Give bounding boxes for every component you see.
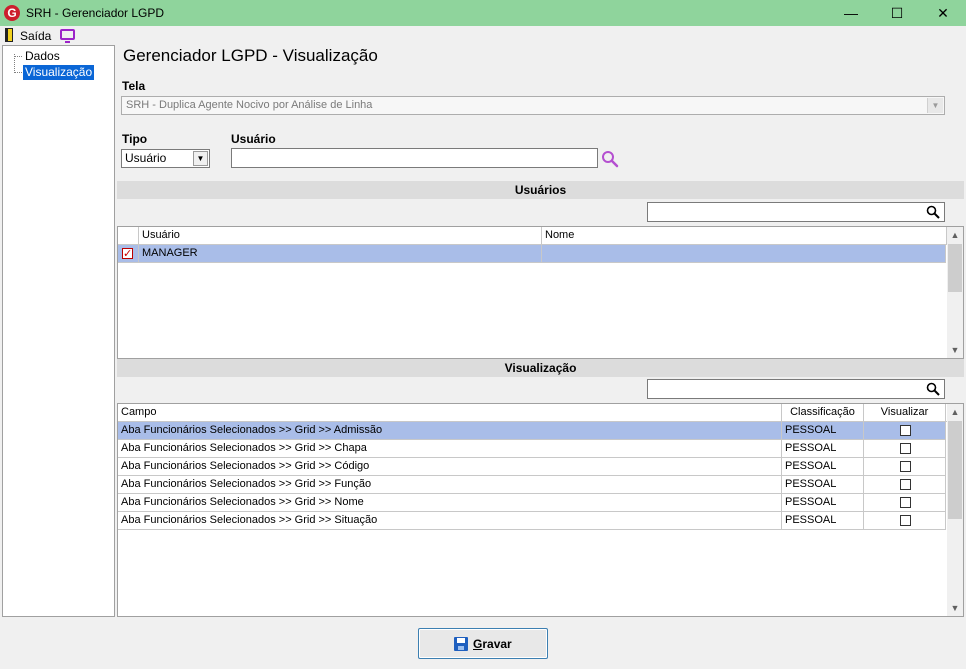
table-row[interactable]: Aba Funcionários Selecionados >> Grid >>… bbox=[118, 494, 946, 512]
table-row[interactable]: Aba Funcionários Selecionados >> Grid >>… bbox=[118, 440, 946, 458]
row-classificacao: PESSOAL bbox=[782, 512, 864, 529]
close-button[interactable]: ✕ bbox=[920, 0, 966, 26]
vis-header-campo[interactable]: Campo bbox=[118, 404, 782, 421]
usuario-input[interactable] bbox=[231, 148, 598, 168]
users-section-header: Usuários bbox=[117, 181, 964, 199]
floppy-disk-icon bbox=[454, 637, 468, 651]
monitor-icon[interactable] bbox=[60, 29, 75, 43]
row-visualizar bbox=[864, 476, 946, 493]
tipo-select-value: Usuário bbox=[125, 151, 167, 165]
tela-select-value: SRH - Duplica Agente Nocivo por Análise … bbox=[126, 99, 373, 111]
vis-grid-header: Campo Classificação Visualizar bbox=[118, 404, 947, 422]
tree-item-visualizacao[interactable]: Visualização bbox=[23, 65, 95, 80]
scroll-thumb[interactable] bbox=[948, 244, 962, 292]
search-icon[interactable] bbox=[926, 382, 940, 396]
table-row[interactable]: MANAGER bbox=[118, 245, 946, 263]
menu-bar bbox=[0, 26, 966, 45]
users-header-usuario[interactable]: Usuário bbox=[139, 227, 542, 244]
window-title: SRH - Gerenciador LGPD bbox=[26, 6, 165, 20]
tipo-label: Tipo bbox=[122, 132, 148, 146]
scroll-up-icon[interactable]: ▲ bbox=[947, 404, 963, 420]
row-visualizar bbox=[864, 440, 946, 457]
row-campo: Aba Funcionários Selecionados >> Grid >>… bbox=[118, 494, 782, 511]
app-logo-icon: G bbox=[4, 5, 20, 21]
search-icon[interactable] bbox=[926, 205, 940, 219]
users-header-nome[interactable]: Nome bbox=[542, 227, 947, 244]
exit-door-icon[interactable] bbox=[5, 28, 13, 42]
exit-menu-item[interactable]: Saída bbox=[20, 29, 51, 43]
row-visualizar bbox=[864, 494, 946, 511]
row-nome bbox=[542, 245, 946, 262]
row-campo: Aba Funcionários Selecionados >> Grid >>… bbox=[118, 476, 782, 493]
visualizar-checkbox[interactable] bbox=[900, 425, 911, 436]
scroll-down-icon[interactable]: ▼ bbox=[947, 342, 963, 358]
chevron-down-icon[interactable]: ▼ bbox=[193, 151, 208, 166]
row-campo: Aba Funcionários Selecionados >> Grid >>… bbox=[118, 512, 782, 529]
vis-filter-input[interactable] bbox=[647, 379, 945, 399]
visualizar-checkbox[interactable] bbox=[900, 461, 911, 472]
tipo-select[interactable]: Usuário ▼ bbox=[121, 149, 210, 168]
table-row[interactable]: Aba Funcionários Selecionados >> Grid >>… bbox=[118, 512, 946, 530]
tree-connector bbox=[14, 72, 22, 73]
tela-label: Tela bbox=[122, 79, 146, 93]
vis-scrollbar[interactable]: ▲ ▼ bbox=[947, 404, 963, 616]
row-classificacao: PESSOAL bbox=[782, 422, 864, 439]
tree-connector bbox=[14, 56, 22, 57]
users-filter-input[interactable] bbox=[647, 202, 945, 222]
row-usuario: MANAGER bbox=[139, 245, 542, 262]
vis-header-classificacao[interactable]: Classificação bbox=[782, 404, 864, 421]
navigation-tree bbox=[2, 45, 115, 617]
tree-item-dados[interactable]: Dados bbox=[24, 49, 61, 63]
row-campo: Aba Funcionários Selecionados >> Grid >>… bbox=[118, 422, 782, 439]
row-classificacao: PESSOAL bbox=[782, 494, 864, 511]
table-row[interactable]: Aba Funcionários Selecionados >> Grid >>… bbox=[118, 422, 946, 440]
save-button-label: Gravar bbox=[473, 637, 512, 651]
scroll-up-icon[interactable]: ▲ bbox=[947, 227, 963, 243]
table-row[interactable]: Aba Funcionários Selecionados >> Grid >>… bbox=[118, 458, 946, 476]
users-header-check bbox=[118, 227, 139, 244]
row-classificacao: PESSOAL bbox=[782, 440, 864, 457]
vis-section-header: Visualização bbox=[117, 359, 964, 377]
visualizar-checkbox[interactable] bbox=[900, 515, 911, 526]
scroll-thumb[interactable] bbox=[948, 421, 962, 519]
row-visualizar bbox=[864, 458, 946, 475]
users-grid: Usuário Nome MANAGER ▲ ▼ bbox=[117, 226, 964, 359]
chevron-down-icon[interactable]: ▼ bbox=[927, 98, 943, 113]
row-visualizar bbox=[864, 422, 946, 439]
page-title: Gerenciador LGPD - Visualização bbox=[123, 46, 378, 65]
visualizar-checkbox[interactable] bbox=[900, 497, 911, 508]
scroll-down-icon[interactable]: ▼ bbox=[947, 600, 963, 616]
maximize-button[interactable]: ☐ bbox=[874, 0, 920, 26]
vis-grid: Campo Classificação Visualizar Aba Funci… bbox=[117, 403, 964, 617]
row-classificacao: PESSOAL bbox=[782, 458, 864, 475]
row-checkbox[interactable] bbox=[122, 246, 133, 262]
visualizar-checkbox[interactable] bbox=[900, 479, 911, 490]
vis-header-visualizar[interactable]: Visualizar bbox=[864, 404, 946, 421]
row-visualizar bbox=[864, 512, 946, 529]
minimize-button[interactable]: — bbox=[828, 0, 874, 26]
users-scrollbar[interactable]: ▲ ▼ bbox=[947, 227, 963, 358]
row-campo: Aba Funcionários Selecionados >> Grid >>… bbox=[118, 458, 782, 475]
usuario-label: Usuário bbox=[231, 132, 276, 146]
row-check-cell bbox=[118, 245, 139, 262]
row-campo: Aba Funcionários Selecionados >> Grid >>… bbox=[118, 440, 782, 457]
search-icon[interactable] bbox=[601, 150, 619, 168]
table-row[interactable]: Aba Funcionários Selecionados >> Grid >>… bbox=[118, 476, 946, 494]
tela-select[interactable]: SRH - Duplica Agente Nocivo por Análise … bbox=[121, 96, 945, 115]
visualizar-checkbox[interactable] bbox=[900, 443, 911, 454]
row-classificacao: PESSOAL bbox=[782, 476, 864, 493]
save-button[interactable]: Gravar bbox=[418, 628, 548, 659]
users-grid-header: Usuário Nome bbox=[118, 227, 947, 245]
